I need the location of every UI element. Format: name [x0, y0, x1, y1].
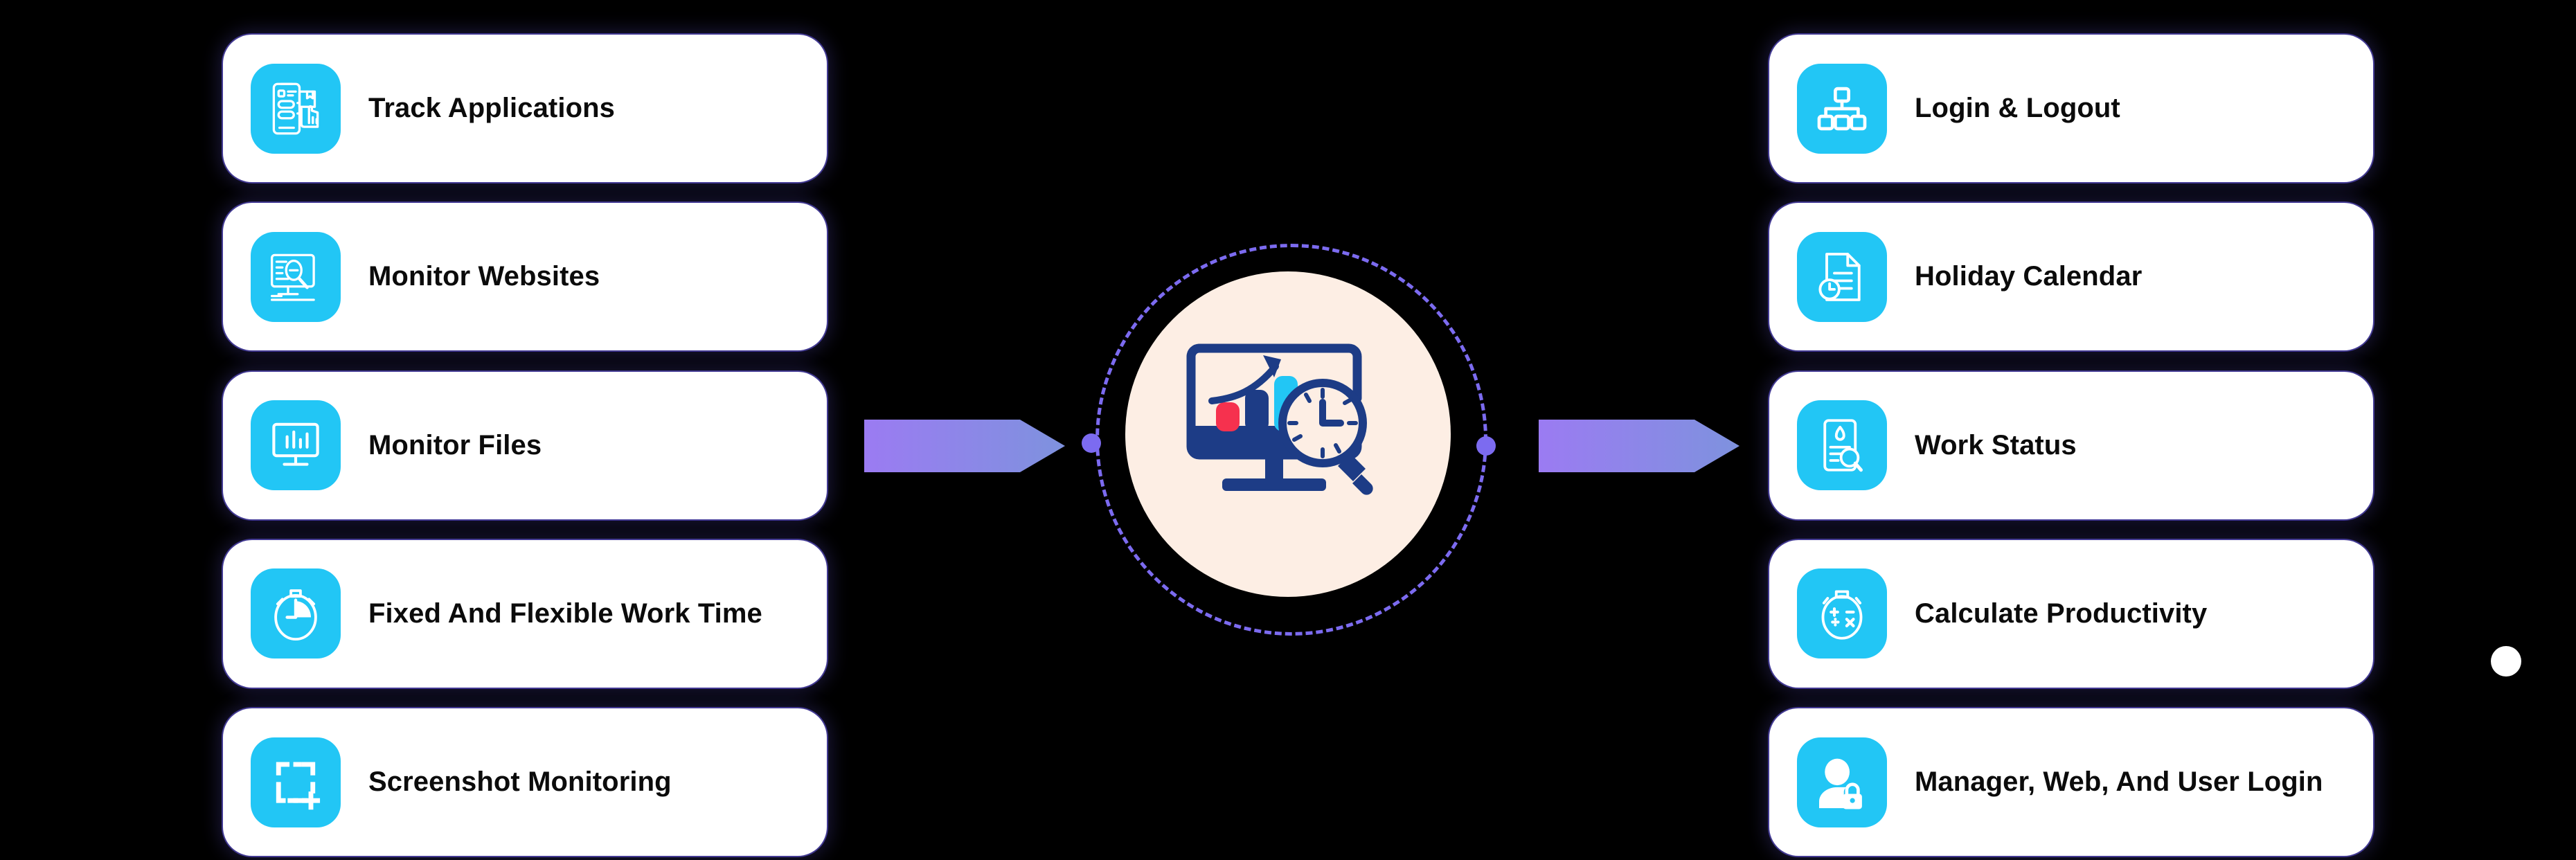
feature-card-label: Work Status: [1915, 429, 2077, 460]
left-feature-column: Track Applications Monitor Websites Moni…: [223, 35, 827, 856]
right-feature-column: Login & Logout Holiday Calendar Work Sta…: [1769, 35, 2373, 856]
feature-card-label: Manager, Web, And User Login: [1915, 767, 2323, 797]
feature-card-monitor-files[interactable]: Monitor Files: [223, 371, 827, 519]
feature-card-fixed-flexible-work-time[interactable]: Fixed And Flexible Work Time: [223, 539, 827, 688]
feature-card-label: Holiday Calendar: [1915, 261, 2143, 292]
feature-card-label: Monitor Files: [368, 429, 542, 460]
hub-dot-left: [1082, 433, 1101, 453]
org-hierarchy-icon: [1797, 63, 1887, 154]
feature-card-label: Monitor Websites: [368, 261, 600, 292]
feature-card-label: Screenshot Monitoring: [368, 767, 672, 797]
feature-card-track-applications[interactable]: Track Applications: [223, 35, 827, 182]
monitor-search-icon: [251, 231, 341, 322]
feature-card-work-status[interactable]: Work Status: [1769, 371, 2373, 519]
document-magnifier-icon: [1797, 400, 1887, 490]
feature-card-login-logout[interactable]: Login & Logout: [1769, 35, 2373, 182]
center-hub: [1080, 229, 1496, 644]
white-dot-marker: [2491, 646, 2521, 677]
monitor-bar-chart-icon: [251, 400, 341, 490]
feature-card-label: Fixed And Flexible Work Time: [368, 598, 762, 629]
feature-card-screenshot-monitoring[interactable]: Screenshot Monitoring: [223, 708, 827, 856]
mobile-checklist-hand-icon: [251, 63, 341, 154]
feature-card-calculate-productivity[interactable]: Calculate Productivity: [1769, 539, 2373, 688]
feature-card-label: Login & Logout: [1915, 93, 2120, 123]
monitor-analytics-clock-magnifier-icon: [1184, 336, 1392, 537]
screenshot-crop-plus-icon: [251, 737, 341, 827]
arrow-center-to-right: [1539, 415, 1739, 476]
stopwatch-calculator-icon: [1797, 568, 1887, 659]
user-lock-icon: [1797, 737, 1887, 827]
document-clock-icon: [1797, 231, 1887, 322]
hub-dot-right: [1476, 436, 1496, 456]
feature-card-holiday-calendar[interactable]: Holiday Calendar: [1769, 203, 2373, 351]
feature-card-label: Calculate Productivity: [1915, 598, 2208, 629]
feature-card-manager-web-user-login[interactable]: Manager, Web, And User Login: [1769, 708, 2373, 856]
diagram-canvas: Track Applications Monitor Websites Moni…: [0, 0, 2576, 860]
feature-card-monitor-websites[interactable]: Monitor Websites: [223, 203, 827, 351]
feature-card-label: Track Applications: [368, 93, 615, 123]
arrow-left-to-center: [864, 415, 1065, 476]
stopwatch-icon: [251, 568, 341, 659]
